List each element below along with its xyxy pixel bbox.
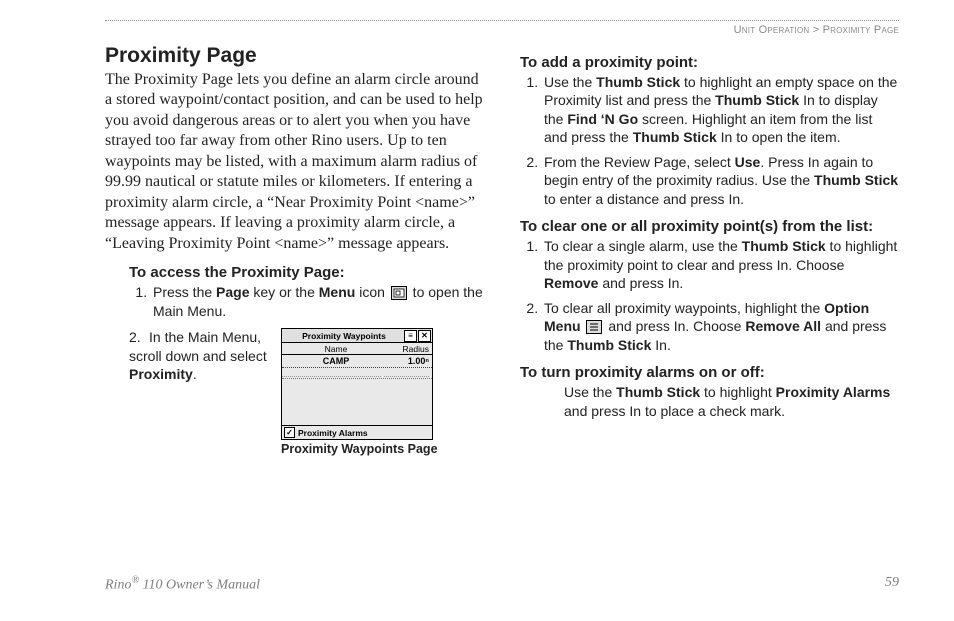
- access-step-1: Press the Page key or the Menu icon to o…: [151, 283, 484, 320]
- clear-steps: To clear a single alarm, use the Thumb S…: [520, 237, 899, 354]
- intro-paragraph: The Proximity Page lets you define an al…: [105, 70, 484, 254]
- device-screen: Proximity Waypoints ≡ ✕ Name Radius CAMP…: [281, 328, 433, 440]
- proximity-figure: Proximity Waypoints ≡ ✕ Name Radius CAMP…: [281, 328, 438, 456]
- onoff-body: Use the Thumb Stick to highlight Proximi…: [564, 383, 899, 420]
- header-rule: [105, 20, 899, 21]
- access-steps: Press the Page key or the Menu icon to o…: [129, 283, 484, 320]
- option-menu-icon: [586, 320, 602, 334]
- page-title: Proximity Page: [105, 44, 484, 68]
- access-heading: To access the Proximity Page:: [129, 264, 484, 281]
- footer-left: Rino® 110 Owner’s Manual: [105, 575, 260, 594]
- page-footer: Rino® 110 Owner’s Manual 59: [105, 575, 899, 594]
- left-column: Proximity Page The Proximity Page lets y…: [105, 44, 484, 456]
- onoff-heading: To turn proximity alarms on or off:: [520, 364, 899, 381]
- breadcrumb-section: Unit Operation: [734, 24, 810, 36]
- add-heading: To add a proximity point:: [520, 54, 899, 71]
- proximity-alarms-label: Proximity Alarms: [298, 428, 368, 438]
- table-row: CAMP 1.00ⁿ: [282, 355, 432, 368]
- add-step-1: Use the Thumb Stick to highlight an empt…: [542, 73, 899, 147]
- right-column: To add a proximity point: Use the Thumb …: [520, 44, 899, 456]
- figure-caption: Proximity Waypoints Page: [281, 442, 438, 456]
- access-step-2: 2.In the Main Menu, scroll down and sele…: [129, 328, 269, 456]
- screen-menu-button: ≡: [404, 330, 417, 342]
- add-steps: Use the Thumb Stick to highlight an empt…: [520, 73, 899, 208]
- page-number: 59: [885, 575, 899, 594]
- proximity-alarms-checkbox: ✓: [284, 427, 295, 438]
- breadcrumb-page: Proximity Page: [823, 24, 899, 36]
- screen-close-button: ✕: [418, 330, 431, 342]
- add-step-2: From the Review Page, select Use. Press …: [542, 153, 899, 208]
- screen-title: Proximity Waypoints: [283, 331, 403, 341]
- col-name: Name: [282, 344, 387, 354]
- breadcrumb-sep: >: [809, 24, 822, 36]
- menu-icon: [391, 286, 407, 300]
- col-radius: Radius: [387, 344, 432, 354]
- clear-heading: To clear one or all proximity point(s) f…: [520, 218, 899, 235]
- clear-step-2: To clear all proximity waypoints, highli…: [542, 299, 899, 354]
- clear-step-1: To clear a single alarm, use the Thumb S…: [542, 237, 899, 292]
- breadcrumb: Unit Operation > Proximity Page: [105, 24, 899, 36]
- table-row-empty: [282, 368, 432, 379]
